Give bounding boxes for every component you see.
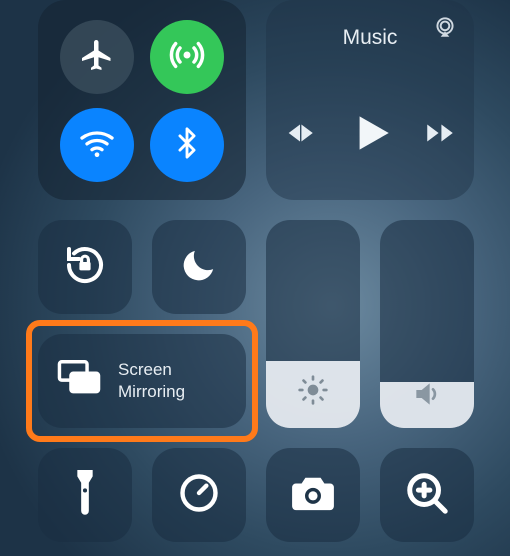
previous-track-button[interactable] <box>283 116 317 155</box>
camera-icon <box>290 474 336 517</box>
media-controls <box>266 108 474 163</box>
control-center: Music Screen Mirroring <box>0 0 510 556</box>
rotation-lock-toggle[interactable] <box>38 220 132 314</box>
screen-mirroring-label: Screen Mirroring <box>118 359 185 403</box>
magnifier-button[interactable] <box>380 448 474 542</box>
bluetooth-toggle[interactable] <box>150 108 224 182</box>
screen-mirroring-icon <box>56 359 102 404</box>
bluetooth-icon <box>170 126 204 165</box>
brightness-icon <box>297 374 329 411</box>
airplane-mode-toggle[interactable] <box>60 20 134 94</box>
camera-button[interactable] <box>266 448 360 542</box>
play-button[interactable] <box>345 108 395 163</box>
flashlight-icon <box>72 470 98 521</box>
volume-icon <box>411 378 443 415</box>
cellular-icon <box>166 34 208 81</box>
volume-slider[interactable] <box>380 220 474 428</box>
timer-button[interactable] <box>152 448 246 542</box>
cellular-data-toggle[interactable] <box>150 20 224 94</box>
do-not-disturb-toggle[interactable] <box>152 220 246 314</box>
brightness-slider[interactable] <box>266 220 360 428</box>
screen-mirroring-button[interactable]: Screen Mirroring <box>38 334 246 428</box>
flashlight-button[interactable] <box>38 448 132 542</box>
connectivity-panel[interactable] <box>38 0 246 200</box>
wifi-toggle[interactable] <box>60 108 134 182</box>
media-title: Music <box>266 26 474 50</box>
next-track-button[interactable] <box>423 116 457 155</box>
media-panel[interactable]: Music <box>266 0 474 200</box>
moon-icon <box>179 245 219 290</box>
airplane-icon <box>79 37 115 78</box>
rotation-lock-icon <box>61 241 109 294</box>
wifi-icon <box>77 123 117 168</box>
magnifier-icon <box>404 470 450 521</box>
timer-icon <box>177 471 221 520</box>
